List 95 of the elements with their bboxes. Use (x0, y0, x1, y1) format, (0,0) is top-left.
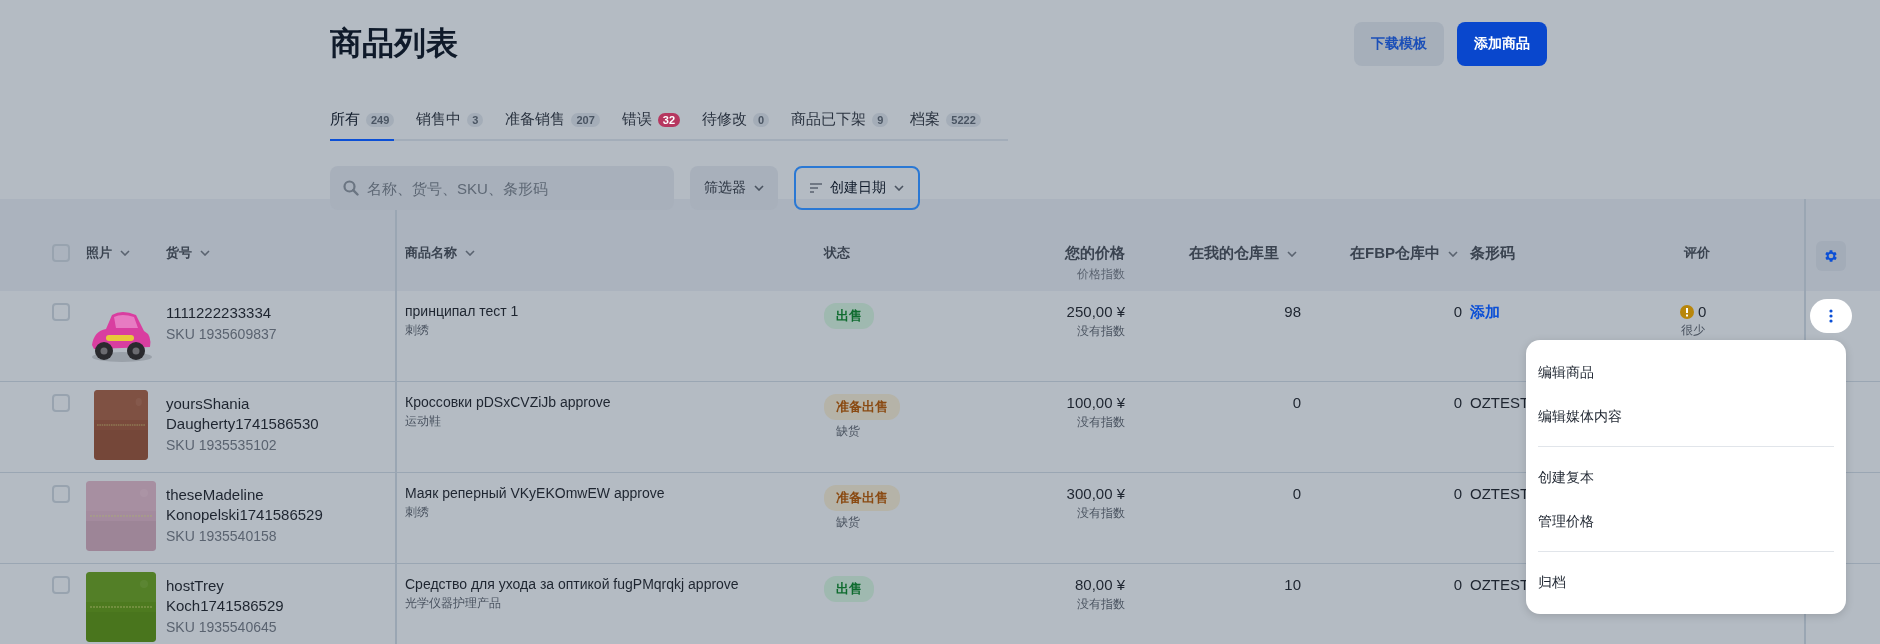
price-index-text: 没有指数 (1077, 596, 1125, 613)
count-badge: 5222 (946, 112, 981, 127)
add-barcode-link[interactable]: 添加 (1470, 303, 1500, 322)
add-product-button[interactable]: 添加商品 (1457, 22, 1547, 66)
tab-label: 待修改 (702, 110, 748, 129)
column-header[interactable]: 状态 (824, 244, 850, 262)
checkbox[interactable] (52, 576, 70, 594)
checkbox[interactable] (52, 485, 70, 503)
price-index-text: 没有指数 (1077, 505, 1125, 522)
menu-item[interactable]: 归档 (1538, 560, 1834, 604)
page-title: 商品列表 (330, 24, 458, 63)
checkbox[interactable] (52, 394, 70, 412)
menu-item[interactable]: 编辑商品 (1538, 350, 1834, 394)
column-subheader: 价格指数 (1077, 266, 1125, 283)
sort-icon (810, 183, 822, 193)
column-header[interactable]: 您的价格 (1065, 244, 1125, 263)
status-badge: 出售 (824, 576, 874, 602)
sku-text: SKU 1935609837 (166, 326, 277, 342)
tab[interactable]: 所有 249 (330, 110, 395, 141)
price-text: 250,00 ¥ (1066, 303, 1125, 320)
stock-count: 0 (1453, 394, 1462, 411)
price-index-text: 没有指数 (1077, 414, 1125, 431)
more-button[interactable] (1810, 299, 1852, 333)
tab-label: 所有 (330, 110, 360, 129)
price-text: 100,00 ¥ (1066, 394, 1125, 411)
tab-label: 准备销售 (505, 110, 566, 129)
article-number: yoursShania Daugherty1741586530 (166, 394, 320, 434)
tab-label: 商品已下架 (791, 110, 867, 129)
stock-note: 缺货 (835, 423, 860, 440)
settings-button[interactable] (1816, 241, 1846, 271)
count-badge: 207 (571, 112, 600, 127)
menu-item[interactable]: 编辑媒体内容 (1538, 394, 1834, 438)
tab[interactable]: 销售中 3 (416, 110, 484, 141)
rating-note: 很少 (1681, 322, 1706, 339)
stock-count: 0 (1292, 485, 1301, 502)
tab[interactable]: 准备销售 207 (505, 110, 600, 141)
column-header[interactable]: 条形码 (1470, 244, 1515, 263)
search-field[interactable]: 名称、货号、SKU、条形码 (330, 166, 674, 210)
article-number: 1111222233334 (166, 303, 273, 323)
barcode-text: OZTEST (1470, 394, 1530, 411)
tab-label: 销售中 (416, 110, 462, 129)
column-header[interactable]: 在我的仓库里 (1189, 244, 1279, 263)
count-badge: 0 (753, 112, 770, 127)
category-text: 光学仪器护理产品 (405, 595, 501, 612)
more-icon (1829, 309, 1833, 323)
filter-button[interactable]: 筛选器 (690, 166, 778, 210)
product-name: Маяк реперный VKyEKOmwEW approve (405, 485, 665, 501)
stock-count: 0 (1453, 576, 1462, 593)
barcode-text: OZTEST (1470, 576, 1530, 593)
stock-count: 98 (1284, 303, 1301, 320)
category-text: 运动鞋 (405, 413, 441, 430)
product-name: Средство для ухода за оптикой fugPMqrqkj approve (405, 576, 739, 592)
tab-label: 错误 (621, 110, 652, 129)
sku-text: SKU 1935535102 (166, 437, 277, 453)
price-text: 300,00 ¥ (1066, 485, 1125, 502)
rating-value: 0 (1698, 303, 1707, 320)
stock-note: 缺货 (835, 514, 860, 531)
sku-text: SKU 1935540645 (166, 619, 277, 635)
article-number: theseMadeline Konopelski1741586529 (166, 485, 324, 525)
status-badge: 准备出售 (824, 485, 900, 511)
count-badge: 3 (467, 112, 484, 127)
tab[interactable]: 档案 5222 (910, 110, 981, 141)
product-name: принципал тест 1 (405, 303, 519, 319)
price-index-text: 没有指数 (1077, 323, 1125, 340)
count-badge: 32 (657, 112, 681, 127)
chevron-down-icon (754, 185, 764, 191)
product-name: Кроссовки pDSxCVZiJb approve (405, 394, 611, 410)
status-badge: 出售 (824, 303, 874, 329)
menu-item[interactable]: 管理价格 (1538, 499, 1834, 543)
tab[interactable]: 错误 32 (621, 110, 681, 141)
checkbox[interactable] (52, 303, 70, 321)
status-badge: 准备出售 (824, 394, 900, 420)
tab[interactable]: 待修改 0 (702, 110, 770, 141)
count-badge: 9 (872, 112, 889, 127)
tab[interactable]: 商品已下架 9 (791, 110, 889, 141)
chevron-down-icon (894, 185, 904, 191)
sku-text: SKU 1935540158 (166, 528, 277, 544)
price-text: 80,00 ¥ (1074, 576, 1125, 593)
category-text: 刺绣 (405, 504, 429, 521)
tab-label: 档案 (910, 110, 941, 129)
settings-icon (1823, 248, 1839, 264)
column-header[interactable]: 商品名称 (405, 244, 457, 262)
stock-count: 0 (1292, 394, 1301, 411)
stock-count: 10 (1284, 576, 1301, 593)
article-number: hostTrey Koch1741586529 (166, 576, 285, 616)
stock-count: 0 (1453, 303, 1462, 320)
count-badge: 249 (366, 112, 395, 127)
barcode-text: OZTEST (1470, 485, 1530, 502)
stock-count: 0 (1453, 485, 1462, 502)
column-header[interactable]: 货号 (166, 244, 192, 262)
column-header[interactable]: 照片 (86, 244, 112, 262)
menu-item[interactable]: 创建复本 (1538, 455, 1834, 499)
column-header[interactable]: 在FBP仓库中 (1350, 244, 1440, 263)
category-text: 刺绣 (405, 322, 429, 339)
column-header[interactable]: 评价 (1684, 244, 1710, 262)
